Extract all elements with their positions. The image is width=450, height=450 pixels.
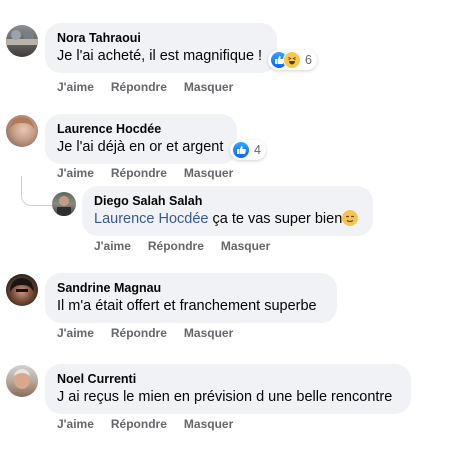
- comment-author[interactable]: Sandrine Magnau: [57, 280, 325, 296]
- hide-button[interactable]: Masquer: [184, 326, 233, 340]
- reply-button[interactable]: Répondre: [111, 166, 167, 180]
- avatar[interactable]: [6, 274, 38, 306]
- like-icon: [232, 141, 250, 159]
- comment-actions: J'aime Répondre Masquer: [57, 80, 250, 94]
- hide-button[interactable]: Masquer: [184, 166, 233, 180]
- reply-actions: J'aime Répondre Masquer: [94, 239, 287, 253]
- comment-bubble: Laurence Hocdée Je l'ai déjà en or et ar…: [45, 114, 237, 164]
- reply-button[interactable]: Répondre: [111, 417, 167, 431]
- reply-button[interactable]: Répondre: [111, 80, 167, 94]
- reaction-summary[interactable]: 4: [230, 140, 266, 160]
- comment-actions: J'aime Répondre Masquer: [57, 166, 250, 180]
- hide-button[interactable]: Masquer: [184, 80, 233, 94]
- smiling-face-icon: [342, 210, 359, 226]
- reply-bubble: Diego Salah Salah Laurence Hocdée ça te …: [82, 186, 373, 236]
- reaction-count: 4: [254, 143, 261, 157]
- hide-button[interactable]: Masquer: [221, 239, 270, 253]
- mention-link[interactable]: Laurence Hocdée: [94, 211, 208, 227]
- comment-text: Je l'ai acheté, il est magnifique !: [57, 48, 263, 64]
- haha-icon: [283, 51, 301, 69]
- comment-bubble: Noel Currenti J ai reçus le mien en prév…: [45, 364, 411, 414]
- comment-text: J ai reçus le mien en prévision d une be…: [57, 389, 393, 405]
- like-button[interactable]: J'aime: [57, 417, 94, 431]
- comment-author[interactable]: Nora Tahraoui: [57, 30, 265, 46]
- comment-author[interactable]: Noel Currenti: [57, 371, 399, 387]
- reaction-summary[interactable]: 6: [268, 50, 317, 70]
- comment-author[interactable]: Laurence Hocdée: [57, 121, 225, 137]
- comment-text: Il m'a était offert et franchement super…: [57, 298, 317, 314]
- reply-connector: [21, 176, 53, 206]
- like-button[interactable]: J'aime: [57, 326, 94, 340]
- avatar[interactable]: [6, 25, 38, 57]
- avatar[interactable]: [52, 192, 76, 216]
- comment-text: Je l'ai déjà en or et argent: [57, 139, 224, 155]
- like-button[interactable]: J'aime: [57, 166, 94, 180]
- reaction-count: 6: [305, 53, 312, 67]
- hide-button[interactable]: Masquer: [184, 417, 233, 431]
- like-button[interactable]: J'aime: [57, 80, 94, 94]
- reply-button[interactable]: Répondre: [111, 326, 167, 340]
- reply-author[interactable]: Diego Salah Salah: [94, 193, 361, 209]
- comment-bubble: Sandrine Magnau Il m'a était offert et f…: [45, 273, 337, 323]
- reply-text: Laurence Hocdée ça te vas super bien: [94, 210, 361, 229]
- like-button[interactable]: J'aime: [94, 239, 131, 253]
- comment-actions: J'aime Répondre Masquer: [57, 417, 250, 431]
- avatar[interactable]: [6, 365, 38, 397]
- comment-bubble: Nora Tahraoui Je l'ai acheté, il est mag…: [45, 23, 277, 73]
- comment-actions: J'aime Répondre Masquer: [57, 326, 250, 340]
- avatar[interactable]: [6, 115, 38, 147]
- reply-button[interactable]: Répondre: [148, 239, 204, 253]
